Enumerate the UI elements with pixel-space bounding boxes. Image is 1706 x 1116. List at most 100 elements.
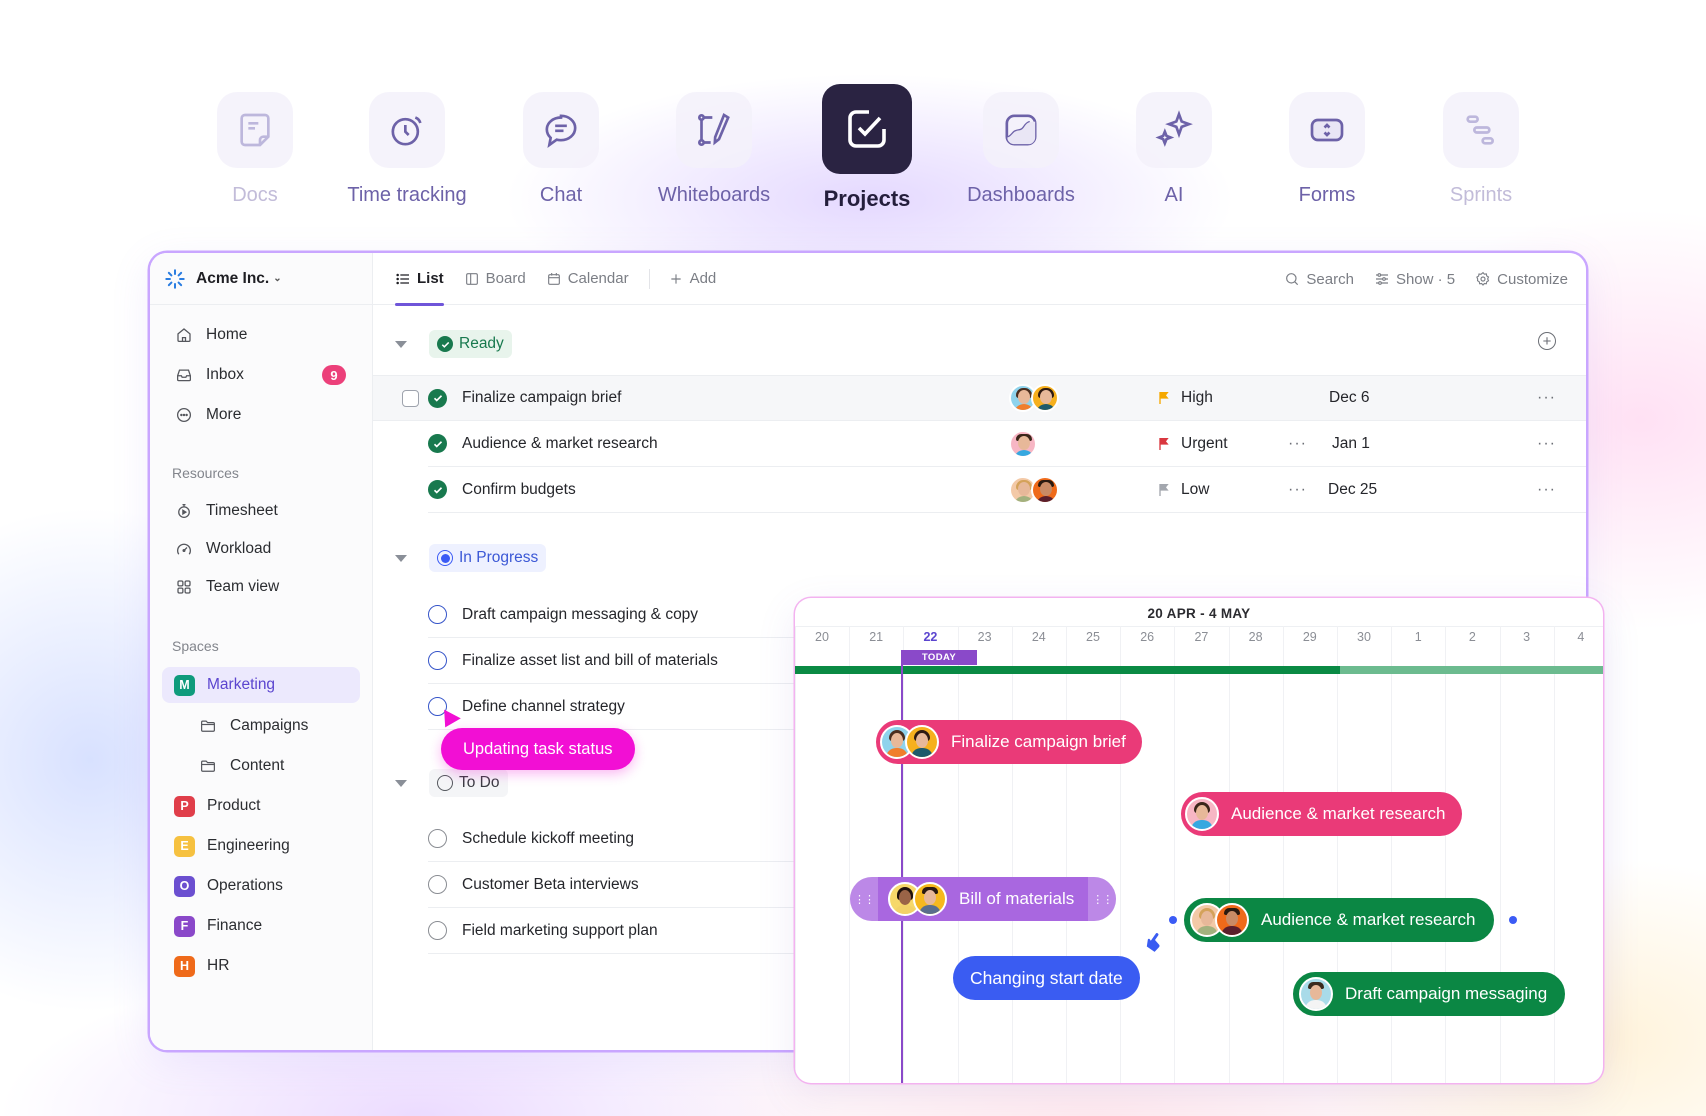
gantt-bar-dragging[interactable]: ⋮⋮ Bill of materials ⋮⋮: [850, 877, 1117, 921]
sidebar-space-marketing[interactable]: M Marketing: [162, 667, 360, 703]
product-nav-label: Whiteboards: [657, 184, 771, 206]
task-title[interactable]: Customer Beta interviews: [462, 876, 639, 894]
due-date[interactable]: Jan 1: [1332, 435, 1370, 453]
check-circle-icon[interactable]: [428, 480, 447, 499]
sidebar-item-label: Campaigns: [230, 717, 309, 734]
gantt-day-label: 22: [923, 630, 938, 644]
collapse-caret-icon[interactable]: [395, 554, 407, 562]
sidebar-item-more[interactable]: More: [162, 397, 360, 433]
task-title[interactable]: Define channel strategy: [462, 698, 625, 716]
product-nav-docs[interactable]: Docs: [180, 92, 330, 207]
due-date[interactable]: Dec 25: [1328, 481, 1377, 499]
gantt-day-column: [795, 626, 796, 1083]
task-row[interactable]: Confirm budgets Low ··· Dec 25 ···: [428, 467, 1586, 513]
status-circle-icon[interactable]: [428, 829, 447, 848]
check-circle-icon[interactable]: [428, 434, 447, 453]
space-avatar-icon: E: [174, 835, 195, 857]
workspace-switcher[interactable]: Acme Inc. ⌄: [150, 253, 372, 305]
gantt-day-column: [1011, 626, 1013, 1083]
product-nav-time-tracking[interactable]: Time tracking: [332, 92, 482, 207]
search-button[interactable]: Search: [1284, 271, 1354, 288]
drag-handle-left-icon[interactable]: ⋮⋮: [850, 877, 878, 921]
priority-more-button[interactable]: ···: [1288, 435, 1307, 453]
assignee-avatars[interactable]: [1009, 475, 1059, 504]
sidebar-space-operations[interactable]: O Operations: [162, 868, 360, 904]
product-nav-ai[interactable]: AI: [1099, 92, 1249, 207]
form-select-icon: [1310, 118, 1344, 142]
sidebar-item-workload[interactable]: Workload: [162, 531, 360, 567]
folder-icon: [198, 716, 218, 736]
dependency-handle-right[interactable]: [1509, 916, 1517, 924]
select-checkbox[interactable]: [402, 389, 419, 407]
priority[interactable]: Urgent: [1156, 435, 1228, 453]
due-date[interactable]: Dec 6: [1329, 389, 1370, 407]
sidebar-folder-campaigns[interactable]: Campaigns: [186, 708, 360, 744]
sidebar-folder-content[interactable]: Content: [186, 748, 360, 784]
gantt-bar[interactable]: Audience & market research: [1181, 792, 1462, 836]
product-nav-dashboards[interactable]: Dashboards: [946, 92, 1096, 207]
tab-list[interactable]: List: [395, 253, 444, 306]
tab-calendar[interactable]: Calendar: [546, 253, 629, 305]
task-row[interactable]: Finalize campaign brief High Dec 6 ···: [373, 375, 1586, 421]
assignee-avatars[interactable]: [1009, 429, 1037, 458]
task-title[interactable]: Confirm budgets: [462, 481, 576, 499]
add-view-button[interactable]: Add: [668, 253, 716, 305]
gantt-bar[interactable]: Finalize campaign brief: [876, 720, 1142, 764]
status-pill-todo: To Do: [429, 769, 508, 797]
product-nav-whiteboards[interactable]: Whiteboards: [639, 92, 789, 207]
sidebar-item-home[interactable]: Home: [162, 317, 360, 353]
row-more-button[interactable]: ···: [1537, 481, 1556, 499]
sidebar-item-label: Home: [206, 326, 248, 343]
priority[interactable]: High: [1156, 389, 1213, 407]
sidebar-space-hr[interactable]: H HR: [162, 948, 360, 984]
flag-icon: [1159, 483, 1169, 496]
gantt-day-label: 3: [1523, 630, 1531, 644]
status-circle-icon[interactable]: [428, 875, 447, 894]
task-title[interactable]: Draft campaign messaging & copy: [462, 606, 698, 624]
priority-label: High: [1181, 389, 1213, 406]
gantt-day-label: 27: [1194, 630, 1209, 644]
add-task-button[interactable]: +: [1538, 332, 1556, 350]
status-circle-icon[interactable]: [428, 921, 447, 940]
sidebar-item-team-view[interactable]: Team view: [162, 569, 360, 605]
inbox-icon: [174, 365, 194, 385]
task-title[interactable]: Schedule kickoff meeting: [462, 830, 634, 848]
product-nav-chat[interactable]: Chat: [486, 92, 636, 207]
sidebar-space-product[interactable]: P Product: [162, 788, 360, 824]
task-title[interactable]: Finalize campaign brief: [462, 389, 621, 407]
assignee-avatars[interactable]: [1009, 384, 1059, 412]
check-circle-icon[interactable]: [428, 388, 447, 408]
gantt-bar[interactable]: Draft campaign messaging: [1293, 972, 1566, 1016]
product-nav-projects[interactable]: Projects: [792, 84, 942, 212]
sidebar-item-inbox[interactable]: Inbox 9: [162, 357, 360, 393]
gantt-bar[interactable]: Audience & market research: [1184, 898, 1494, 942]
product-nav-forms[interactable]: Forms: [1252, 92, 1402, 207]
task-title[interactable]: Field marketing support plan: [462, 922, 658, 940]
group-in-progress-header[interactable]: In Progress: [395, 544, 547, 572]
sidebar-space-finance[interactable]: F Finance: [162, 908, 360, 944]
priority-more-button[interactable]: ···: [1288, 481, 1307, 499]
tab-board[interactable]: Board: [464, 253, 526, 305]
product-nav-sprints[interactable]: Sprints: [1406, 92, 1556, 207]
dependency-handle-left[interactable]: [1169, 916, 1177, 924]
task-title[interactable]: Audience & market research: [462, 435, 658, 453]
collapse-caret-icon[interactable]: [395, 340, 407, 348]
group-todo-header[interactable]: To Do: [395, 769, 508, 797]
sidebar-item-timesheet[interactable]: Timesheet: [162, 493, 360, 529]
drag-handle-right-icon[interactable]: ⋮⋮: [1088, 877, 1117, 921]
status-circle-icon[interactable]: [428, 605, 447, 624]
collapse-caret-icon[interactable]: [395, 779, 407, 787]
gantt-progress-fill: [795, 666, 1341, 674]
gantt-day-label: 20: [815, 630, 829, 644]
priority[interactable]: Low: [1156, 481, 1209, 499]
task-row[interactable]: Audience & market research Urgent ··· Ja…: [428, 421, 1586, 467]
task-title[interactable]: Finalize asset list and bill of material…: [462, 652, 718, 670]
show-fields-button[interactable]: Show · 5: [1374, 271, 1455, 288]
status-circle-icon[interactable]: [428, 651, 447, 670]
row-more-button[interactable]: ···: [1537, 389, 1556, 407]
group-ready-header[interactable]: Ready: [395, 330, 512, 358]
row-more-button[interactable]: ···: [1537, 435, 1556, 453]
sidebar-space-engineering[interactable]: E Engineering: [162, 828, 360, 864]
gantt-day-column: [1282, 626, 1284, 1083]
customize-button[interactable]: Customize: [1475, 271, 1568, 288]
